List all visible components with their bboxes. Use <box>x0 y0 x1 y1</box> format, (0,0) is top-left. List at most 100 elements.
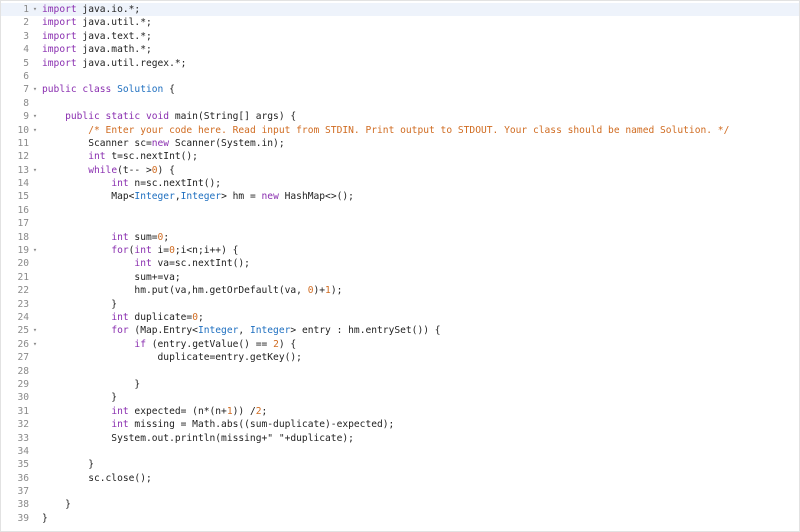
code-line[interactable]: 3 import java.text.*; <box>1 30 799 43</box>
fold-arrow-icon[interactable]: ▾ <box>31 338 39 351</box>
line-number: 34 <box>17 445 29 457</box>
line-code: sc.close(); <box>42 472 152 485</box>
code-line[interactable]: 35 } <box>1 458 799 471</box>
line-number: 21 <box>17 271 29 283</box>
code-line[interactable]: 14 int n=sc.nextInt(); <box>1 177 799 190</box>
fold-arrow-icon[interactable]: ▾ <box>31 83 39 96</box>
line-code: System.out.println(missing+" "+duplicate… <box>42 432 354 445</box>
code-token: new <box>261 191 279 203</box>
code-token: main(String[] args) { <box>174 111 297 123</box>
code-token: ); <box>330 285 343 297</box>
line-number: 10 <box>17 124 29 136</box>
fold-arrow-icon[interactable]: ▾ <box>31 244 39 257</box>
code-token: int <box>111 231 129 243</box>
code-token: (Map.Entry< <box>128 325 198 337</box>
code-line[interactable]: 18 int sum=0; <box>1 231 799 244</box>
line-number: 1 <box>23 4 29 15</box>
fold-arrow-icon[interactable]: ▾ <box>31 110 39 123</box>
line-code: import java.io.*; <box>42 3 140 16</box>
code-line[interactable]: 20 int va=sc.nextInt(); <box>1 257 799 270</box>
code-line[interactable]: 34 <box>1 445 799 458</box>
code-line[interactable]: 38 } <box>1 498 799 511</box>
code-line[interactable]: 6 <box>1 70 799 83</box>
code-token: t=sc.nextInt(); <box>105 151 198 163</box>
code-line[interactable]: 23 } <box>1 298 799 311</box>
code-token: )+ <box>313 285 326 297</box>
code-line[interactable]: 17 <box>1 217 799 230</box>
code-editor[interactable]: 1 ▾ import java.io.*; 2 import java.util.*; 3… <box>0 0 800 532</box>
code-line[interactable]: 30 } <box>1 391 799 404</box>
code-token: /* Enter your code here. Read input from… <box>88 124 730 136</box>
code-token: expected= (n*(n+ <box>128 405 227 417</box>
code-line[interactable]: 5 import java.util.regex.*; <box>1 57 799 70</box>
line-code: duplicate=entry.getKey(); <box>42 351 302 364</box>
code-line[interactable]: 29 } <box>1 378 799 391</box>
line-code: import java.math.*; <box>42 43 152 56</box>
line-number: 33 <box>17 432 29 444</box>
fold-arrow-icon[interactable]: ▾ <box>31 3 39 16</box>
code-line[interactable]: 36 sc.close(); <box>1 472 799 485</box>
code-line[interactable]: 24 int duplicate=0; <box>1 311 799 324</box>
code-line[interactable]: 10 ▾ /* Enter your code here. Read input … <box>1 124 799 137</box>
line-code: } <box>42 391 117 404</box>
line-code: while(t-- >0) { <box>42 164 175 177</box>
line-code: int sum=0; <box>42 231 169 244</box>
line-code: public static void main(String[] args) { <box>42 110 296 123</box>
line-number: 5 <box>23 57 29 69</box>
code-token: > hm = <box>221 191 262 203</box>
code-line[interactable]: 19 ▾ for(int i=0;i<n;i++) { <box>1 244 799 257</box>
code-token: ) { <box>157 164 175 176</box>
code-token: int <box>111 405 129 417</box>
code-token: sum+=va; <box>42 271 181 283</box>
line-code: import java.util.*; <box>42 16 152 29</box>
code-token: hm.put(va,hm.getOrDefault(va, <box>42 285 308 297</box>
line-number: 35 <box>17 459 29 471</box>
code-line[interactable]: 21 sum+=va; <box>1 271 799 284</box>
code-line[interactable]: 39} <box>1 512 799 525</box>
code-token: i= <box>151 245 170 257</box>
code-line[interactable]: 7 ▾ public class Solution { <box>1 83 799 96</box>
code-line[interactable]: 31 int expected= (n*(n+1)) /2; <box>1 405 799 418</box>
fold-arrow-icon[interactable]: ▾ <box>31 124 39 137</box>
code-line[interactable]: 11 Scanner sc=new Scanner(System.in); <box>1 137 799 150</box>
code-lines[interactable]: 1 ▾ import java.io.*; 2 import java.util.*; 3… <box>1 3 799 525</box>
code-token: java.util.regex.*; <box>76 57 187 69</box>
line-code: int va=sc.nextInt(); <box>42 257 250 270</box>
line-number: 6 <box>23 70 29 82</box>
code-token: public class <box>42 84 118 96</box>
code-token: } <box>42 392 118 404</box>
code-line[interactable]: 26 ▾ if (entry.getValue() == 2) { <box>1 338 799 351</box>
code-token: Solution <box>117 84 164 96</box>
line-number: 7 <box>23 84 29 96</box>
code-line[interactable]: 25 ▾ for (Map.Entry<Integer, Integer> ent… <box>1 324 799 337</box>
code-line[interactable]: 22 hm.put(va,hm.getOrDefault(va, 0)+1); <box>1 284 799 297</box>
fold-arrow-icon[interactable]: ▾ <box>31 324 39 337</box>
code-token: java.text.*; <box>76 30 152 42</box>
code-line[interactable]: 9 ▾ public static void main(String[] args… <box>1 110 799 123</box>
code-line[interactable]: 4 import java.math.*; <box>1 43 799 56</box>
code-line[interactable]: 12 int t=sc.nextInt(); <box>1 150 799 163</box>
code-line[interactable]: 28 <box>1 365 799 378</box>
code-line[interactable]: 2 import java.util.*; <box>1 16 799 29</box>
code-line[interactable]: 15 Map<Integer,Integer> hm = new HashMap… <box>1 190 799 203</box>
line-code: int n=sc.nextInt(); <box>42 177 221 190</box>
code-line[interactable]: 16 <box>1 204 799 217</box>
fold-arrow-icon[interactable]: ▾ <box>31 164 39 177</box>
code-line[interactable]: 33 System.out.println(missing+" "+duplic… <box>1 432 799 445</box>
code-line[interactable]: 8 <box>1 97 799 110</box>
code-token: public static void <box>65 111 175 123</box>
code-line[interactable]: 13 ▾ while(t-- >0) { <box>1 164 799 177</box>
code-line[interactable]: 37 <box>1 485 799 498</box>
code-line[interactable]: 27 duplicate=entry.getKey(); <box>1 351 799 364</box>
code-line[interactable]: 32 int missing = Math.abs((sum-duplicate… <box>1 418 799 431</box>
line-code: } <box>42 378 140 391</box>
code-token: Integer <box>180 191 222 203</box>
code-token: java.util.*; <box>76 17 152 29</box>
line-code: hm.put(va,hm.getOrDefault(va, 0)+1); <box>42 284 342 297</box>
code-line[interactable]: 1 ▾ import java.io.*; <box>1 3 799 17</box>
